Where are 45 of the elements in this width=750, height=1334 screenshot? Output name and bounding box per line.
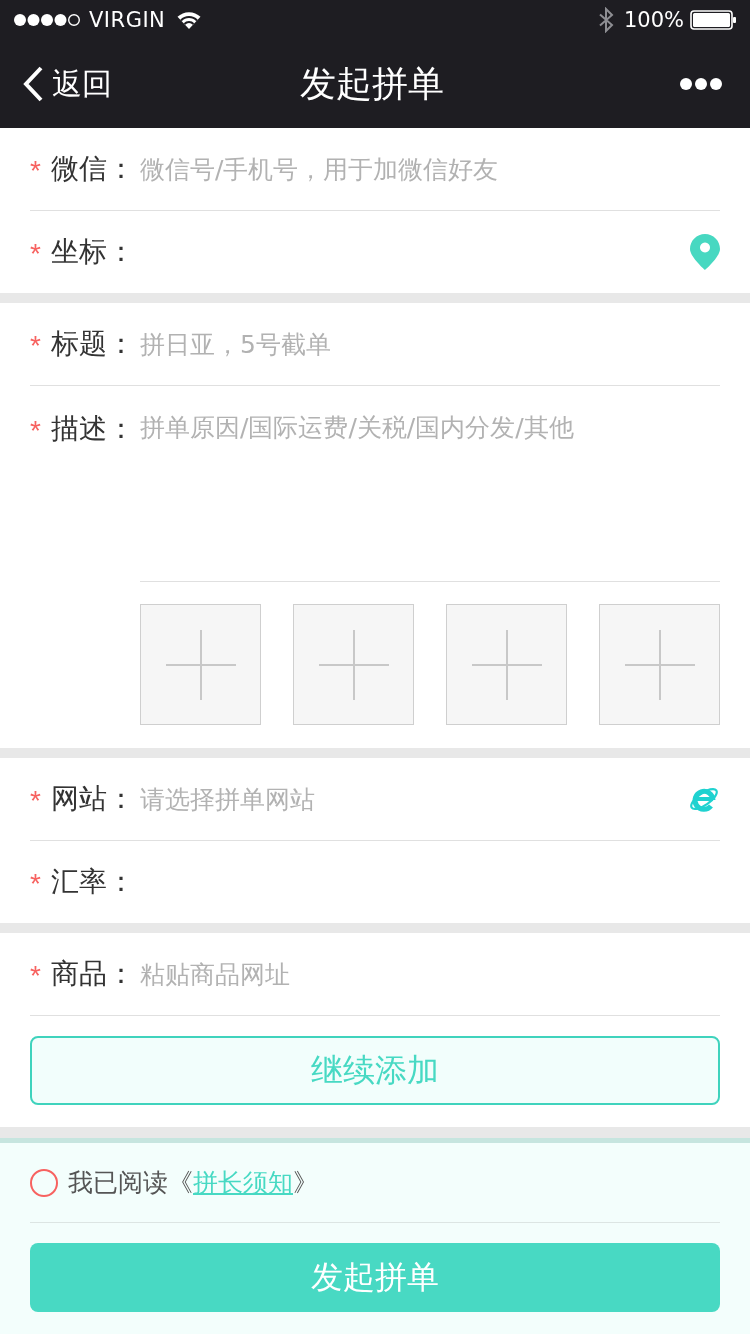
input-field[interactable]: 粘贴商品网址 xyxy=(140,949,720,999)
field-label: 商品： xyxy=(51,959,135,989)
battery-percent: 100% xyxy=(623,8,684,32)
add-more-button[interactable]: 继续添加 xyxy=(30,1036,720,1105)
field-label: 汇率： xyxy=(51,867,135,897)
required-asterisk: * xyxy=(30,868,42,896)
field-label: 描述： xyxy=(51,414,135,444)
required-asterisk: * xyxy=(30,155,42,183)
field-label: 坐标： xyxy=(51,237,135,267)
more-icon xyxy=(680,78,722,90)
battery-icon xyxy=(690,10,736,30)
input-field[interactable]: 请选择拼单网站 xyxy=(140,774,688,824)
description-textarea[interactable]: 拼单原因/国际运费/关税/国内分发/其他 xyxy=(140,414,720,454)
field-label: 微信： xyxy=(51,154,135,184)
field-label: 网站： xyxy=(51,784,135,814)
field-label: 标题： xyxy=(51,329,135,359)
input-field[interactable]: 拼日亚，5号截单 xyxy=(140,319,720,369)
location-pin-icon[interactable] xyxy=(690,234,720,270)
required-asterisk: * xyxy=(30,415,42,443)
plus-icon xyxy=(471,629,542,700)
carrier-name: VIRGIN xyxy=(89,8,166,32)
required-asterisk: * xyxy=(30,238,42,266)
submit-button[interactable]: 发起拼单 xyxy=(30,1243,720,1312)
input-field[interactable]: 微信号/手机号，用于加微信好友 xyxy=(140,144,720,194)
required-asterisk: * xyxy=(30,960,42,988)
add-image-tile[interactable] xyxy=(599,604,720,725)
plus-icon xyxy=(318,629,389,700)
plus-icon xyxy=(624,629,695,700)
description-field[interactable]: 拼单原因/国际运费/关税/国内分发/其他 xyxy=(140,414,720,582)
bluetooth-icon xyxy=(597,7,614,33)
add-image-tile[interactable] xyxy=(140,604,261,725)
plus-icon xyxy=(165,629,236,700)
required-asterisk: * xyxy=(30,330,42,358)
wifi-icon xyxy=(177,11,202,29)
required-asterisk: * xyxy=(30,785,42,813)
back-button[interactable]: 返回 xyxy=(22,63,112,105)
more-button[interactable] xyxy=(680,78,722,90)
add-image-tile[interactable] xyxy=(293,604,414,725)
terms-link[interactable]: 拼长须知 xyxy=(193,1168,293,1197)
add-image-tile[interactable] xyxy=(446,604,567,725)
agree-checkbox[interactable] xyxy=(30,1168,58,1197)
agreement-text: 我已阅读《拼长须知》 xyxy=(68,1167,318,1199)
signal-icon xyxy=(13,13,81,27)
page-title: 发起拼单 xyxy=(300,61,444,106)
chevron-left-icon xyxy=(22,66,44,102)
